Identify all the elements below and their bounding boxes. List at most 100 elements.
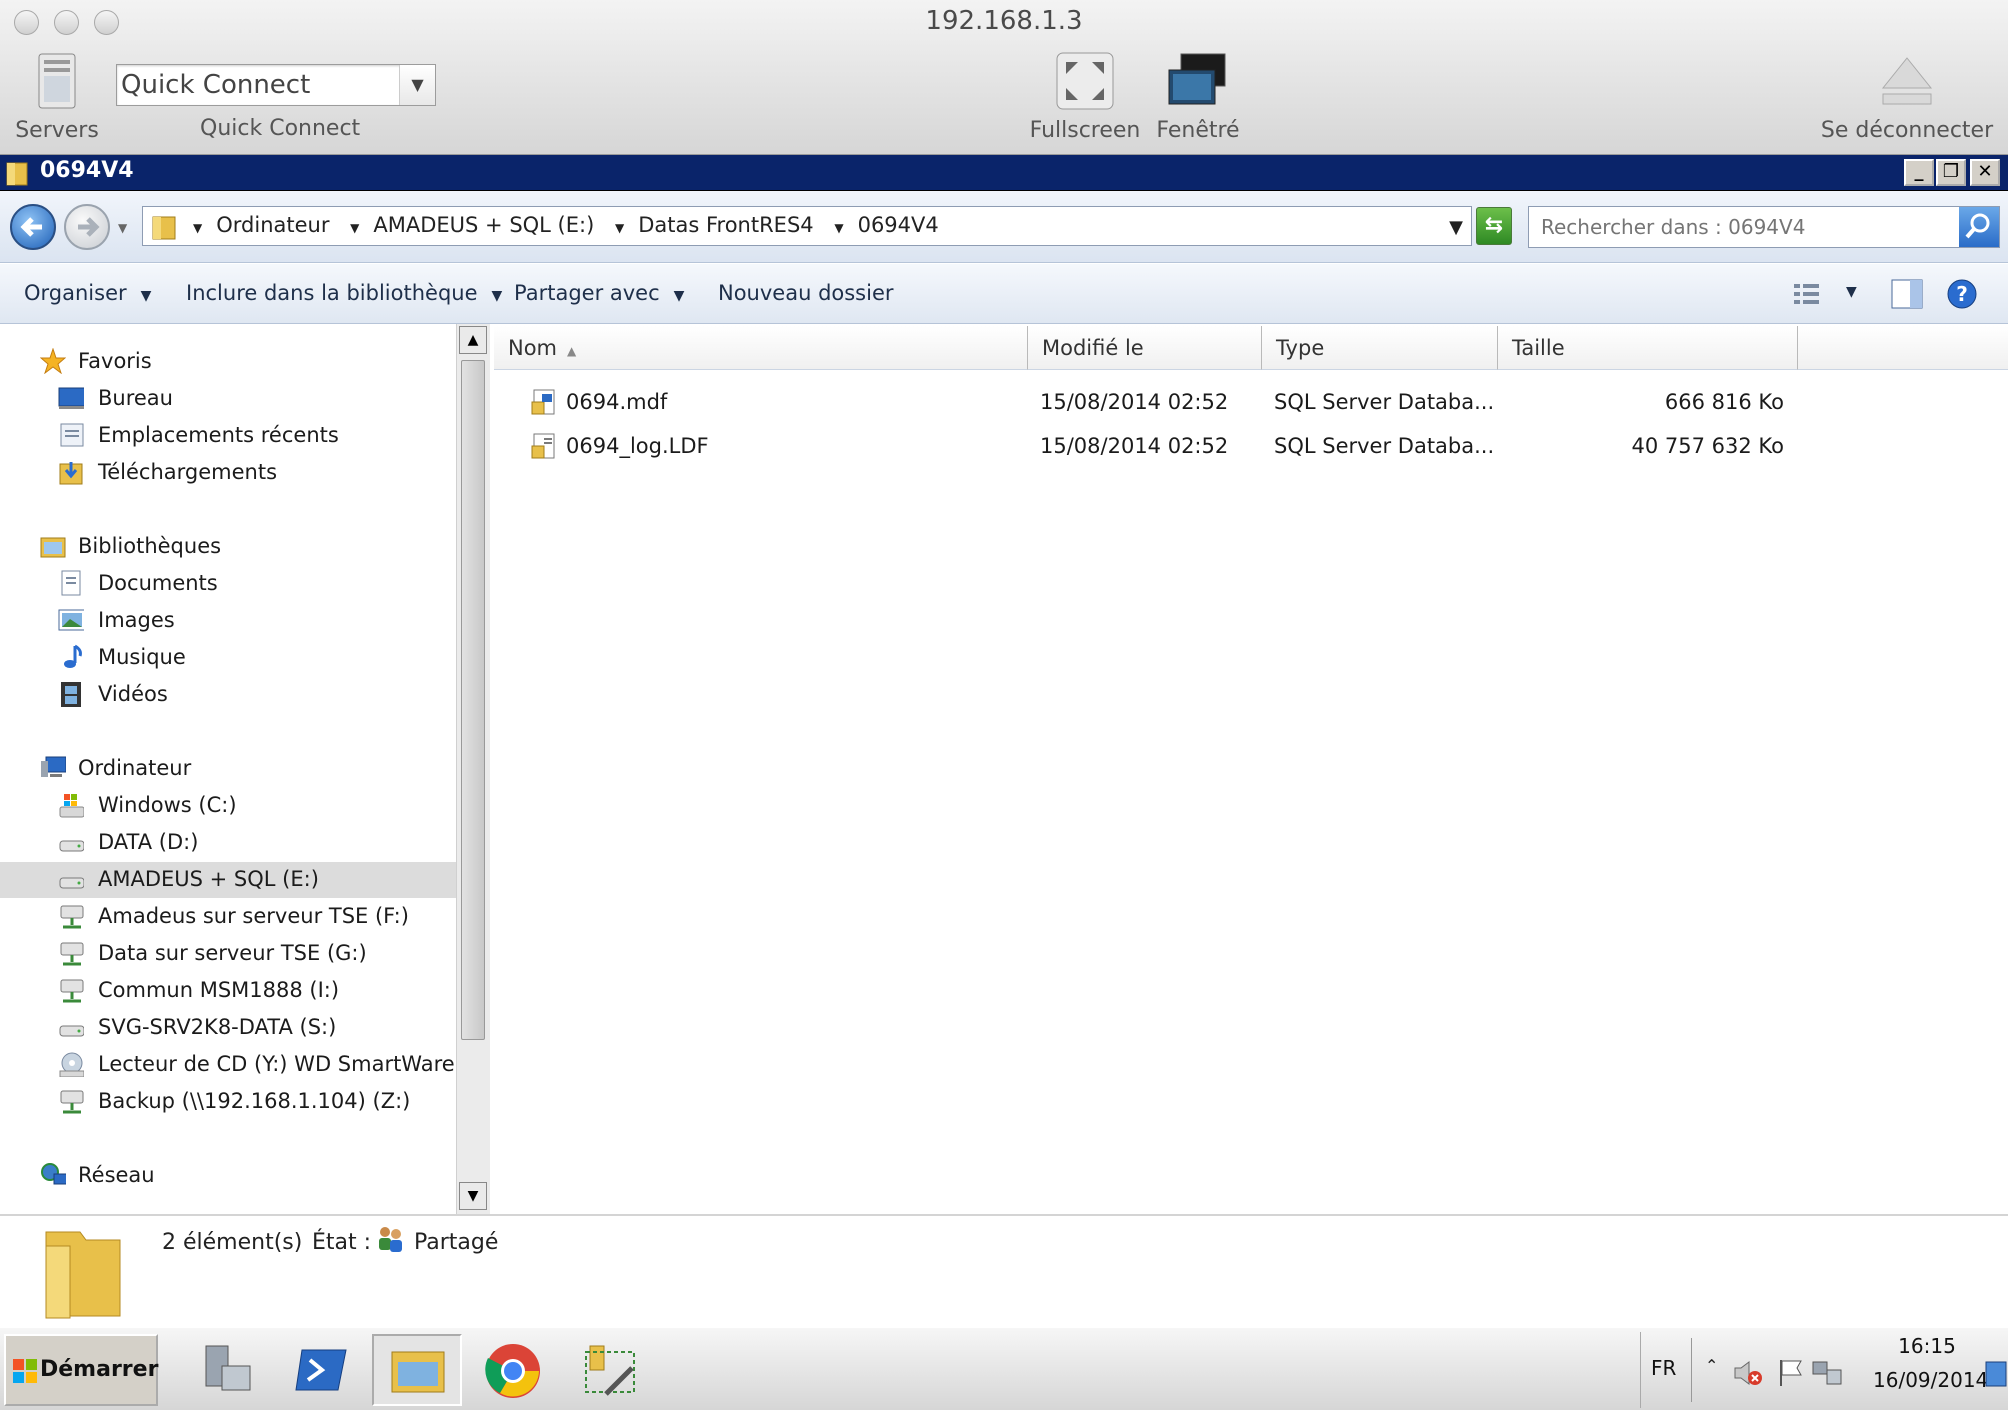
database-tools-icon — [585, 1345, 635, 1396]
network-status-icon[interactable] — [1811, 1358, 1845, 1388]
action-center-flag-icon[interactable] — [1775, 1358, 1805, 1388]
column-type[interactable]: Type — [1262, 326, 1498, 370]
new-folder-button[interactable]: Nouveau dossier — [718, 281, 894, 305]
chevron-down-icon: ▼ — [673, 288, 685, 304]
breadcrumb[interactable]: ▼ Ordinateur ▼ AMADEUS + SQL (E:) ▼ Datas F… — [142, 206, 1472, 246]
search-icon — [1965, 213, 1990, 239]
nav-drive-c[interactable]: Windows (C:) — [0, 788, 458, 824]
taskbar-sql-tool[interactable] — [566, 1334, 656, 1406]
mac-window-toolbar: 192.168.1.3 Servers ▼ Quick Connect Full… — [0, 0, 2008, 155]
navigation-pane: Favoris Bureau Emplacements récents Télé… — [0, 324, 460, 1214]
nav-images[interactable]: Images — [0, 603, 458, 639]
videos-icon — [61, 682, 81, 707]
breadcrumb-item[interactable]: Datas FrontRES4 — [638, 213, 813, 237]
nav-recent-places[interactable]: Emplacements récents — [0, 418, 458, 454]
nav-desktop[interactable]: Bureau — [0, 381, 458, 417]
chevron-down-icon: ▼ — [140, 288, 152, 304]
taskbar-powershell[interactable] — [276, 1334, 366, 1406]
fullscreen-button[interactable]: Fullscreen — [1030, 52, 1140, 143]
scroll-up-button[interactable]: ▲ — [459, 326, 487, 354]
start-button[interactable]: Démarrer — [4, 1334, 158, 1406]
help-icon[interactable]: ? — [1946, 278, 1978, 310]
file-modified: 15/08/2014 02:52 — [1040, 390, 1229, 414]
volume-muted-icon[interactable] — [1731, 1358, 1765, 1388]
back-button[interactable] — [10, 204, 56, 250]
nav-drive-s[interactable]: SVG-SRV2K8-DATA (S:) — [0, 1010, 458, 1046]
nav-music[interactable]: Musique — [0, 640, 458, 676]
system-tray: FR ⌃ 16:15 16/09/2014 — [1640, 1332, 2008, 1408]
clock-time[interactable]: 16:15 — [1873, 1334, 1981, 1358]
breadcrumb-item[interactable]: Ordinateur — [216, 213, 329, 237]
taskbar-chrome[interactable] — [468, 1334, 558, 1406]
scrollbar-thumb[interactable] — [461, 360, 485, 1040]
view-options-icon[interactable] — [1792, 280, 1822, 308]
nav-drive-d[interactable]: DATA (D:) — [0, 825, 458, 861]
close-button[interactable]: ✕ — [1970, 159, 2000, 186]
nav-drive-y[interactable]: Lecteur de CD (Y:) WD SmartWare — [0, 1047, 458, 1083]
nav-computer[interactable]: Ordinateur — [0, 751, 458, 787]
show-desktop-icon[interactable] — [1985, 1360, 2007, 1390]
clock-date[interactable]: 16/09/2014 — [1873, 1368, 1988, 1392]
images-icon — [58, 609, 84, 631]
breadcrumb-item[interactable]: AMADEUS + SQL (E:) — [373, 213, 594, 237]
chevron-down-icon[interactable]: ▼ — [399, 65, 435, 105]
servers-button[interactable]: Servers — [14, 52, 100, 143]
share-menu[interactable]: Partager avec ▼ — [514, 281, 684, 305]
windowed-button[interactable]: Fenêtré — [1148, 52, 1248, 143]
documents-icon — [61, 570, 81, 596]
refresh-button[interactable]: ⇆ — [1476, 207, 1512, 245]
search-input[interactable] — [1541, 211, 1951, 243]
scroll-down-button[interactable]: ▼ — [459, 1182, 487, 1210]
svg-text:?: ? — [1956, 282, 1968, 306]
state-value: Partagé — [414, 1230, 499, 1255]
nav-drive-i[interactable]: Commun MSM1888 (I:) — [0, 973, 458, 1009]
taskbar-server-manager[interactable] — [180, 1334, 270, 1406]
show-hidden-icons-chevron-icon[interactable]: ⌃ — [1705, 1356, 1718, 1375]
file-row[interactable]: 0694.mdf 15/08/2014 02:52 SQL Server Dat… — [494, 382, 2008, 422]
restore-button[interactable]: ❐ — [1936, 159, 1966, 186]
minimize-button[interactable]: _ — [1904, 159, 1934, 186]
breadcrumb-item[interactable]: 0694V4 — [858, 213, 939, 237]
nav-libraries[interactable]: Bibliothèques — [0, 529, 458, 565]
fullscreen-icon — [1056, 52, 1114, 110]
search-button[interactable] — [1959, 207, 1999, 247]
refresh-icon: ⇆ — [1484, 213, 1504, 238]
language-indicator[interactable]: FR — [1651, 1356, 1676, 1380]
chevron-down-icon[interactable]: ▼ — [1449, 217, 1463, 238]
taskbar-explorer[interactable] — [372, 1334, 462, 1406]
nav-documents[interactable]: Documents — [0, 566, 458, 602]
nav-drive-e[interactable]: AMADEUS + SQL (E:) — [0, 862, 458, 898]
column-modified[interactable]: Modifié le — [1028, 326, 1262, 370]
eject-icon — [1881, 57, 1933, 105]
window-title: 192.168.1.3 — [925, 6, 1083, 36]
forward-button[interactable] — [64, 204, 110, 250]
quick-connect-label: Quick Connect — [200, 116, 361, 141]
recent-pages-chevron-icon[interactable]: ▼ — [118, 221, 127, 235]
folder-icon — [6, 162, 28, 186]
column-size[interactable]: Taille — [1498, 326, 1798, 370]
nav-network[interactable]: Réseau — [0, 1158, 458, 1194]
search-box[interactable] — [1528, 206, 2000, 248]
database-log-file-icon — [531, 433, 555, 459]
nav-drive-g[interactable]: Data sur serveur TSE (G:) — [0, 936, 458, 972]
file-row[interactable]: 0694_log.LDF 15/08/2014 02:52 SQL Server… — [494, 426, 2008, 466]
nav-drive-z[interactable]: Backup (\\192.168.1.104) (Z:) — [0, 1084, 458, 1120]
quick-connect-combo[interactable]: ▼ — [116, 64, 436, 106]
file-size: 666 816 Ko — [1664, 390, 1784, 414]
hard-drive-icon — [59, 1025, 84, 1037]
include-library-menu[interactable]: Inclure dans la bibliothèque ▼ — [186, 281, 502, 305]
nav-scrollbar[interactable]: ▲ ▼ — [456, 324, 490, 1214]
quick-connect-input[interactable] — [121, 67, 393, 103]
organise-menu[interactable]: Organiser ▼ — [24, 281, 151, 305]
explorer-title-bar: 0694V4 _ ❐ ✕ — [0, 155, 2008, 191]
downloads-folder-icon — [59, 462, 83, 485]
preview-pane-icon[interactable] — [1890, 278, 1924, 310]
nav-favorites[interactable]: Favoris — [0, 344, 458, 380]
disconnect-button[interactable]: Se déconnecter — [1821, 52, 1993, 143]
folder-icon — [152, 216, 176, 240]
column-name[interactable]: Nom ▲ — [494, 326, 1028, 370]
nav-videos[interactable]: Vidéos — [0, 677, 458, 713]
nav-downloads[interactable]: Téléchargements — [0, 455, 458, 491]
chevron-down-icon[interactable]: ▼ — [1846, 284, 1857, 300]
nav-drive-f[interactable]: Amadeus sur serveur TSE (F:) — [0, 899, 458, 935]
